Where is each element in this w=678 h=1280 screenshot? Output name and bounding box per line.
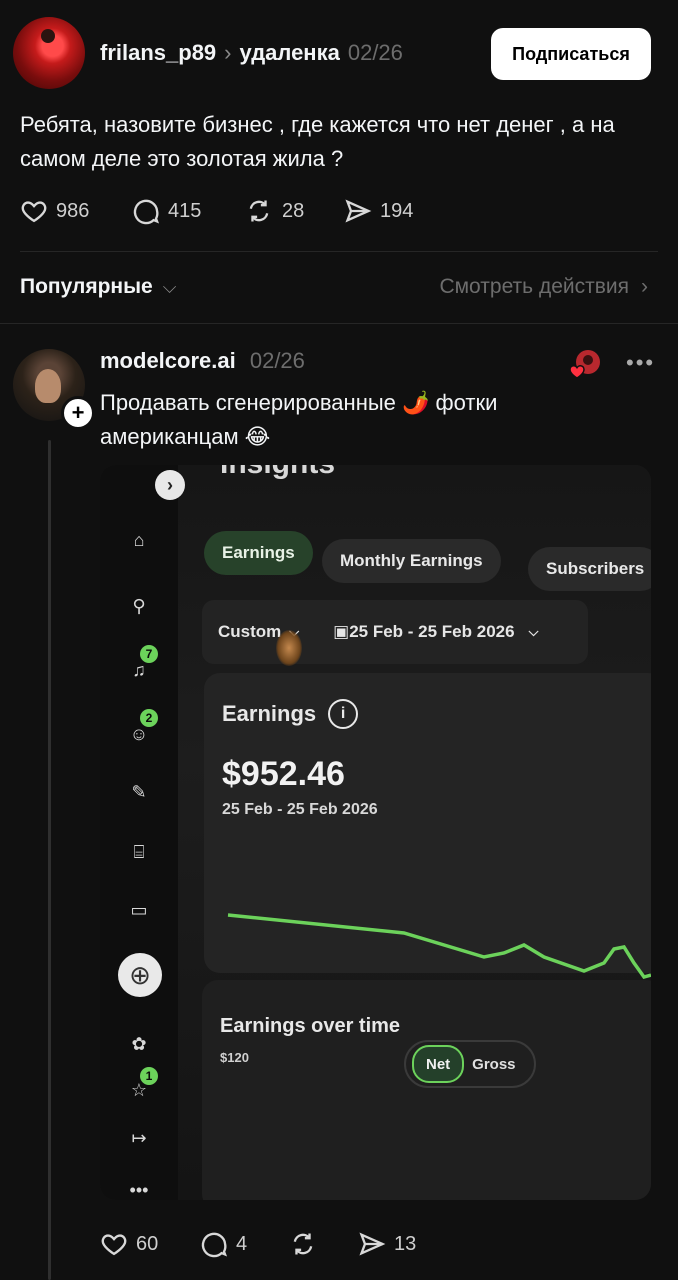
collapse-toggle-icon: › [155,470,185,500]
reply-text: Продавать сгенерированные 🌶️ фотки амери… [100,390,498,449]
comment-count: 415 [168,199,202,222]
chevron-down-icon: ⌵ [528,624,539,639]
bank-icon: ⌸ [133,841,145,862]
chip-subscribers: Subscribers [528,547,651,591]
post-header: frilans_p89 › удаленка 02/26 [100,40,403,66]
author-username[interactable]: frilans_p89 [100,40,216,66]
toggle-net: Net [412,1045,465,1083]
logout-icon: ↦ [131,1127,147,1148]
post-text: Ребята, назовите бизнес , где кажется чт… [20,112,615,171]
light-reflection [276,630,302,666]
heart-icon [21,201,47,223]
info-icon: i [328,699,359,729]
settings-icon: ✿ [131,1033,147,1054]
earnings-title-text: Earnings [222,701,317,726]
chip-earnings: Earnings [204,531,313,575]
reply-repost-button[interactable] [288,1230,358,1258]
chip-monthly-earnings: Monthly Earnings [322,539,501,583]
card-icon: ▭ [130,899,148,920]
net-gross-toggle: Net Gross [404,1040,536,1088]
follow-plus-icon[interactable]: + [61,396,95,430]
reply-header: modelcore.ai 02/26 [100,348,305,374]
search-icon: ⚲ [132,595,146,616]
reply-share-button[interactable]: 13 [358,1230,458,1258]
heart-icon [101,1234,127,1256]
reaction-avatar-icon[interactable] [568,348,602,382]
earnings-amount: $952.46 [222,755,345,793]
reply-actions: 60 4 13 [100,1230,458,1258]
chevron-right-icon: › [641,275,648,298]
toggle-gross: Gross [472,1055,516,1073]
post-date: 02/26 [347,40,403,65]
favorites-badge: 1 [140,1067,158,1085]
repost-icon [249,200,269,222]
axis-value: $120 [220,1050,249,1065]
bell-icon: ♫ 7 [126,645,158,683]
filter-date-range: 25 Feb - 25 Feb 2026 [349,622,515,641]
reply-username[interactable]: modelcore.ai [100,348,236,373]
chevron-down-icon: ⌵ [162,276,177,297]
thread-line [48,440,51,1280]
author-avatar[interactable] [13,17,85,89]
earnings-range: 25 Feb - 25 Feb 2026 [222,801,378,818]
chat-icon: ☺ 2 [126,709,158,747]
reply-date: 02/26 [249,348,305,373]
filter-mode: Custom [218,622,282,641]
comment-icon [201,1232,228,1258]
reply-share-count: 13 [394,1232,417,1255]
subscribe-button[interactable]: Подписаться [491,28,651,80]
send-icon [359,1232,386,1256]
comment-icon [133,199,160,225]
earnings-over-time-card [202,980,651,1200]
more-icon: ••• [129,1179,149,1200]
like-count: 986 [56,199,90,222]
share-count: 194 [380,199,414,222]
calendar-icon: ▣ [333,622,350,641]
attached-photo[interactable]: Insights › ⌂ ⚲ ♫ 7 ☺ 2 ✎ ⌸ ▭ ⊕ ✿ ☆ 1 ↦ •… [100,465,651,1200]
earnings-sparkline [227,913,651,980]
comment-button[interactable]: 415 [132,197,244,225]
sort-label: Популярные [20,275,153,298]
reply-comment-button[interactable]: 4 [200,1230,288,1258]
home-icon: ⌂ [133,529,145,550]
photo-heading: Insights [220,465,335,481]
date-filter: Custom ⌵ ▣ 25 Feb - 25 Feb 2026 ⌵ [202,600,588,664]
reply-comment-count: 4 [236,1232,248,1255]
earnings-over-time-title: Earnings over time [220,1015,401,1037]
chevron-right-icon: › [224,40,232,65]
repost-button[interactable]: 28 [244,197,344,225]
more-options-icon[interactable]: ••• [626,350,655,376]
send-icon [345,199,372,223]
like-button[interactable]: 986 [20,197,132,225]
reply-like-button[interactable]: 60 [100,1230,200,1258]
view-activity-label: Смотреть действия [439,275,629,298]
repost-icon [293,1233,313,1255]
sparkline-path [227,913,651,980]
notification-badge: 7 [140,645,158,663]
repost-count: 28 [282,199,305,222]
star-icon: ☆ 1 [126,1067,158,1103]
reply-like-count: 60 [136,1232,159,1255]
post-actions: 986 415 28 194 [20,197,444,225]
earnings-title: Earnings i [222,699,359,729]
photo-content: Insights › ⌂ ⚲ ♫ 7 ☺ 2 ✎ ⌸ ▭ ⊕ ✿ ☆ 1 ↦ •… [100,465,651,1200]
divider [20,251,658,252]
community-name[interactable]: удаленка [240,40,340,66]
wrench-icon: ✎ [131,781,147,802]
message-badge: 2 [140,709,158,727]
sort-dropdown[interactable]: Популярные ⌵ [20,275,176,299]
add-circle-icon: ⊕ [118,953,162,997]
divider [0,323,678,324]
view-activity-link[interactable]: Смотреть действия › [439,275,648,299]
share-button[interactable]: 194 [344,197,444,225]
